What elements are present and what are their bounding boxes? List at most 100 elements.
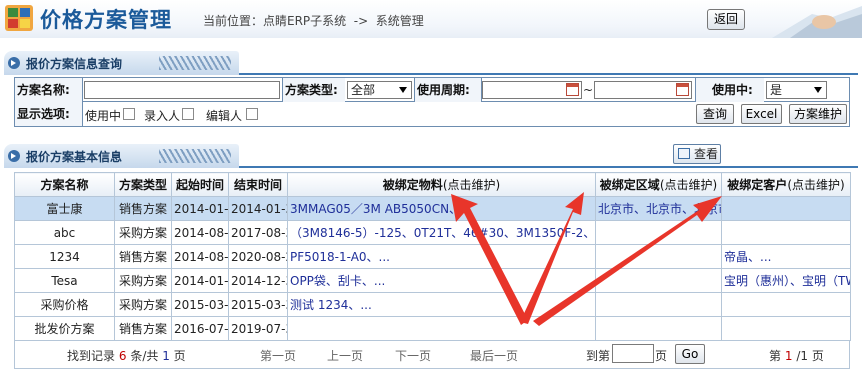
- first-page-link[interactable]: 第一页: [260, 347, 296, 364]
- goto-page-input[interactable]: [612, 344, 654, 363]
- data-panel-tab: 报价方案基本信息: [4, 144, 239, 168]
- cell-end-time: 2017-08-3: [228, 220, 288, 245]
- cell-start-time: 2016-07-0: [171, 316, 229, 341]
- option-in-use-checkbox[interactable]: [123, 108, 135, 120]
- query-panel-header: 报价方案信息查询: [4, 51, 858, 75]
- table-row[interactable]: 采购价格采购方案2015-03-32015-03-3测试 1234、...: [14, 292, 851, 317]
- cell-plan-name: 批发价方案: [14, 316, 115, 341]
- option-editor-checkbox[interactable]: [246, 108, 258, 120]
- cell-bound-materials[interactable]: 测试 1234、...: [287, 292, 596, 317]
- header-bar: 价格方案管理 当前位置：点睛ERP子系统 -> 系统管理 返回: [0, 0, 862, 38]
- cell-plan-type: 销售方案: [114, 244, 172, 269]
- record-count: 找到记录 6 条/共 1 页: [67, 349, 186, 363]
- cell-bound-region[interactable]: [595, 268, 722, 293]
- cell-plan-name: Tesa: [14, 268, 115, 293]
- cell-bound-region[interactable]: [595, 220, 722, 245]
- cell-bound-region[interactable]: 北京市、北京市、北京市: [595, 196, 722, 221]
- table-row[interactable]: Tesa采购方案2014-01-02014-12-3OPP袋、刮卡、... 宝明（…: [14, 268, 851, 293]
- option-creator-checkbox[interactable]: [182, 108, 194, 120]
- chevron-down-icon: [814, 87, 822, 93]
- cell-bound-customer[interactable]: [721, 196, 851, 221]
- pagination-bar: 找到记录 6 条/共 1 页 第一页 上一页 下一页 最后一页 到第 页 Go …: [14, 341, 850, 369]
- cell-bound-materials[interactable]: （3M8146-5）-125、0T21T、46#30、3M1350F-2、46: [287, 220, 596, 245]
- cell-plan-type: 采购方案: [114, 292, 172, 317]
- cell-end-time: 2014-12-3: [228, 268, 288, 293]
- cell-plan-name: 1234: [14, 244, 115, 269]
- cell-bound-customer[interactable]: [721, 292, 851, 317]
- plan-maintain-button[interactable]: 方案维护: [789, 104, 847, 124]
- table-row[interactable]: abc采购方案2014-08-12017-08-3（3M8146-5）-125、…: [14, 220, 851, 245]
- period-start-input[interactable]: [482, 81, 582, 99]
- view-button[interactable]: 查看: [673, 144, 721, 164]
- cell-start-time: 2014-08-1: [171, 244, 229, 269]
- next-page-link[interactable]: 下一页: [395, 347, 431, 364]
- back-button[interactable]: 返回: [707, 9, 745, 30]
- cell-plan-type: 采购方案: [114, 268, 172, 293]
- column-header: 起始时间: [171, 172, 229, 197]
- cell-bound-materials[interactable]: [287, 316, 596, 341]
- cell-start-time: 2015-03-3: [171, 292, 229, 317]
- in-use-select[interactable]: 是: [766, 81, 827, 99]
- cell-start-time: 2014-01-0: [171, 268, 229, 293]
- go-button[interactable]: Go: [675, 344, 705, 364]
- table-body: 富士康销售方案2014-01-02014-01-33MMAG05／3M AB50…: [14, 196, 851, 341]
- handshake-icon: [772, 6, 862, 38]
- table-header-row: 方案名称 方案类型 起始时间 结束时间 被绑定物料(点击维护) 被绑定区域(点击…: [14, 172, 851, 197]
- query-form: 方案名称: 方案类型: 全部 使用周期: ~ 使用中: 是 显示选项: 使用中 …: [14, 77, 850, 127]
- divider: [82, 102, 83, 126]
- cell-bound-region[interactable]: [595, 292, 722, 317]
- chevron-down-icon: [399, 87, 407, 93]
- plan-table: 方案名称 方案类型 起始时间 结束时间 被绑定物料(点击维护) 被绑定区域(点击…: [14, 172, 851, 341]
- cell-bound-region[interactable]: [595, 244, 722, 269]
- calendar-icon[interactable]: [566, 83, 579, 96]
- cell-bound-materials[interactable]: OPP袋、刮卡、...: [287, 268, 596, 293]
- column-header: 被绑定客户(点击维护): [721, 172, 851, 197]
- plan-name-label: 方案名称:: [15, 78, 82, 102]
- cell-bound-customer[interactable]: [721, 220, 851, 245]
- view-button-label: 查看: [694, 147, 719, 161]
- last-page-link[interactable]: 最后一页: [470, 347, 518, 364]
- in-use-value: 是: [770, 83, 783, 97]
- table-row[interactable]: 富士康销售方案2014-01-02014-01-33MMAG05／3M AB50…: [14, 196, 851, 221]
- prev-page-link[interactable]: 上一页: [327, 347, 363, 364]
- calendar-icon[interactable]: [676, 83, 689, 96]
- goto-suffix: 页: [655, 349, 668, 363]
- plan-type-select[interactable]: 全部: [347, 81, 412, 99]
- cell-plan-type: 销售方案: [114, 196, 172, 221]
- cell-bound-customer[interactable]: 帝晶、...: [721, 244, 851, 269]
- panel-arrow-icon: [8, 150, 20, 162]
- period-end-input[interactable]: [594, 81, 692, 99]
- magnifier-icon: [678, 148, 690, 159]
- option-editor-label: 编辑人: [206, 109, 243, 123]
- query-button[interactable]: 查询: [696, 104, 734, 124]
- cell-bound-customer[interactable]: [721, 316, 851, 341]
- tab-decoration: [159, 149, 231, 163]
- cell-bound-materials[interactable]: PF5018-1-A0、...: [287, 244, 596, 269]
- query-row-2: 显示选项: 使用中 录入人 编辑人 查询 Excel 方案维护: [15, 102, 849, 126]
- cell-plan-type: 采购方案: [114, 220, 172, 245]
- period-separator: ~: [583, 83, 594, 97]
- excel-button[interactable]: Excel: [741, 104, 782, 124]
- plan-type-value: 全部: [351, 83, 376, 97]
- table-row[interactable]: 1234销售方案2014-08-12020-08-2PF5018-1-A0、..…: [14, 244, 851, 269]
- divider: [82, 78, 83, 102]
- cell-bound-customer[interactable]: 宝明（惠州）、宝明（TW）: [721, 268, 851, 293]
- cell-bound-materials[interactable]: 3MMAG05／3M AB5050CN、...: [287, 196, 596, 221]
- table-row[interactable]: 批发价方案销售方案2016-07-02019-07-3: [14, 316, 851, 341]
- cell-start-time: 2014-01-0: [171, 196, 229, 221]
- cell-start-time: 2014-08-1: [171, 220, 229, 245]
- page-title: 价格方案管理: [40, 8, 172, 32]
- cell-bound-region[interactable]: [595, 316, 722, 341]
- cell-plan-type: 销售方案: [114, 316, 172, 341]
- data-panel-title: 报价方案基本信息: [26, 150, 123, 164]
- cell-end-time: 2019-07-3: [228, 316, 288, 341]
- plan-name-input[interactable]: [84, 81, 280, 99]
- column-header: 结束时间: [228, 172, 288, 197]
- column-header: 被绑定区域(点击维护): [595, 172, 722, 197]
- in-use-label: 使用中:: [696, 78, 764, 102]
- data-panel-header: 报价方案基本信息: [4, 144, 858, 168]
- cell-end-time: 2015-03-3: [228, 292, 288, 317]
- column-header: 方案名称: [14, 172, 115, 197]
- column-header: 被绑定物料(点击维护): [287, 172, 596, 197]
- cell-end-time: 2020-08-2: [228, 244, 288, 269]
